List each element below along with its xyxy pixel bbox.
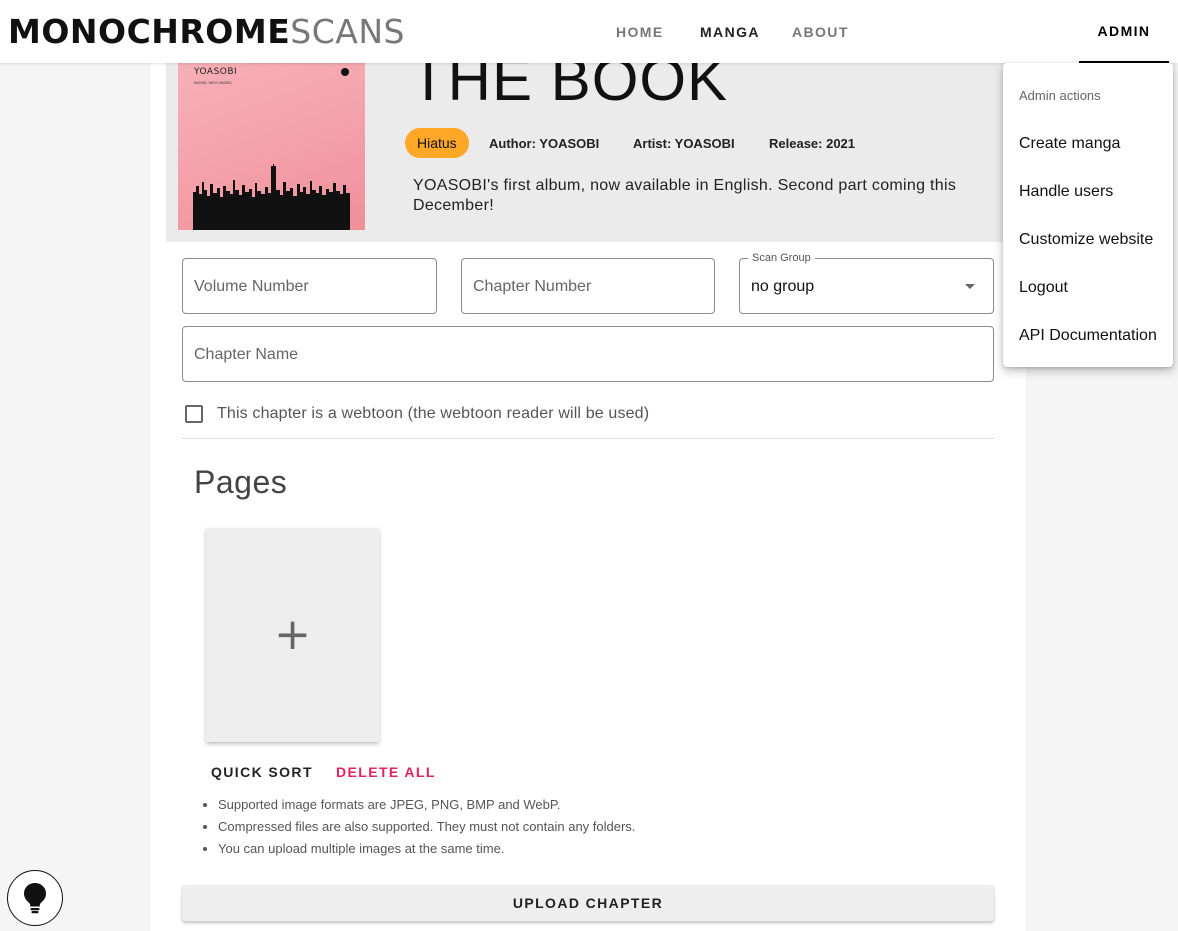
artist-text[interactable]: Artist: YOASOBI — [633, 136, 735, 151]
menu-item-logout[interactable]: Logout — [1019, 279, 1068, 297]
chapter-number-placeholder: Chapter Number — [473, 278, 592, 295]
cover-dot — [341, 68, 349, 76]
lightbulb-icon — [24, 883, 46, 914]
theme-toggle-button[interactable] — [7, 870, 63, 926]
webtoon-option[interactable]: This chapter is a webtoon (the webtoon r… — [182, 402, 649, 426]
delete-all-button[interactable]: DELETE ALL — [336, 764, 436, 780]
quick-sort-button[interactable]: QUICK SORT — [211, 764, 313, 780]
author-text[interactable]: Author: YOASOBI — [489, 136, 599, 151]
admin-menu-header: Admin actions — [1019, 88, 1101, 103]
menu-item-api-documentation[interactable]: API Documentation — [1019, 327, 1157, 345]
webtoon-checkbox[interactable] — [185, 405, 203, 423]
pages-heading: Pages — [194, 464, 288, 500]
cover-subtitle-text: NOVEL INTO MUSIC — [194, 80, 233, 85]
top-navigation-bar: MONOCHROMESCANS HOME MANGA ABOUT ADMIN — [0, 0, 1178, 63]
nav-manga-link[interactable]: MANGA — [700, 0, 760, 63]
release-text: Release: 2021 — [769, 136, 856, 151]
volume-number-placeholder: Volume Number — [194, 278, 309, 295]
site-logo[interactable]: MONOCHROMESCANS — [8, 12, 405, 52]
chapter-name-field[interactable]: Chapter Name — [182, 326, 994, 382]
upload-hint: You can upload multiple images at the sa… — [218, 838, 635, 860]
upload-chapter-button[interactable]: UPLOAD CHAPTER — [182, 885, 994, 921]
add-page-tile[interactable]: + — [206, 528, 379, 742]
upload-hint: Compressed files are also supported. The… — [218, 816, 635, 838]
nav-admin-button[interactable]: ADMIN — [1079, 0, 1169, 63]
cover-title-text: YOASOBI — [194, 67, 238, 77]
cover-skyline-art — [193, 164, 350, 230]
scan-group-select[interactable]: Scan Group no group — [739, 252, 994, 314]
nav-about-link[interactable]: ABOUT — [792, 0, 849, 63]
logo-primary-text: MONOCHROME — [8, 12, 291, 51]
admin-actions-menu: Admin actions Create manga Handle users … — [1003, 63, 1173, 367]
nav-home-link[interactable]: HOME — [616, 0, 664, 63]
chevron-down-icon — [965, 284, 975, 289]
status-badge: Hiatus — [405, 128, 469, 158]
scan-group-label: Scan Group — [748, 252, 815, 264]
main-content: YOASOBI NOVEL INTO MUSIC THE BOOK Hiatus… — [150, 0, 1026, 931]
menu-item-handle-users[interactable]: Handle users — [1019, 183, 1113, 201]
webtoon-checkbox-label[interactable]: This chapter is a webtoon (the webtoon r… — [217, 405, 649, 423]
manga-description: YOASOBI's first album, now available in … — [413, 177, 957, 214]
plus-icon: + — [274, 609, 311, 660]
menu-item-create-manga[interactable]: Create manga — [1019, 135, 1120, 153]
upload-hints-list: Supported image formats are JPEG, PNG, B… — [218, 794, 635, 860]
volume-number-field[interactable]: Volume Number — [182, 258, 437, 314]
chapter-name-placeholder: Chapter Name — [194, 346, 299, 363]
menu-item-customize-website[interactable]: Customize website — [1019, 231, 1153, 249]
upload-hint: Supported image formats are JPEG, PNG, B… — [218, 794, 635, 816]
divider — [182, 438, 994, 439]
chapter-number-field[interactable]: Chapter Number — [461, 258, 715, 314]
scan-group-value: no group — [751, 278, 815, 295]
logo-secondary-text: SCANS — [290, 12, 405, 51]
